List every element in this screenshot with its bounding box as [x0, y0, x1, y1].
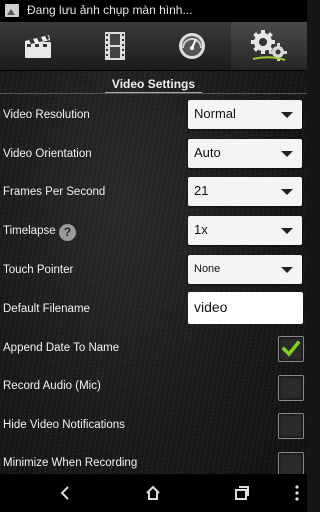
- recent-apps-icon: [235, 486, 249, 500]
- section-divider: [0, 93, 307, 94]
- default-filename-input[interactable]: video: [188, 292, 303, 324]
- append-date-label: Append Date To Name: [3, 342, 120, 354]
- touch-pointer-value: None: [194, 263, 221, 275]
- video-orientation-value: Auto: [194, 145, 221, 160]
- section-title: Video Settings: [111, 77, 196, 91]
- hide-notifications-label: Hide Video Notifications: [3, 419, 125, 431]
- default-filename-value: video: [194, 299, 228, 315]
- back-icon: [60, 486, 69, 500]
- default-filename-label: Default Filename: [3, 303, 90, 315]
- frames-per-second-label: Frames Per Second: [3, 186, 106, 198]
- timelapse-label: Timelapse: [3, 225, 56, 237]
- chevron-down-icon: [281, 112, 293, 118]
- image-icon: [5, 4, 19, 17]
- chevron-down-icon: [281, 267, 293, 273]
- hide-notifications-checkbox[interactable]: [278, 413, 304, 439]
- clapperboard-icon: [25, 35, 51, 58]
- tab-performance[interactable]: [154, 22, 230, 70]
- touch-pointer-dropdown[interactable]: None: [188, 255, 302, 284]
- chevron-down-icon: [281, 151, 293, 157]
- overflow-menu-button[interactable]: [267, 474, 320, 512]
- frames-per-second-dropdown[interactable]: 21: [188, 177, 302, 206]
- timelapse-dropdown[interactable]: 1x: [188, 216, 302, 245]
- video-orientation-label: Video Orientation: [3, 148, 92, 160]
- home-icon: [146, 485, 160, 500]
- more-icon: [295, 485, 299, 501]
- gears-icon: [251, 30, 287, 61]
- recent-apps-button[interactable]: [212, 474, 272, 512]
- frames-per-second-value: 21: [194, 183, 209, 198]
- video-resolution-value: Normal: [194, 106, 236, 121]
- minimize-recording-label: Minimize When Recording: [3, 457, 138, 469]
- notification-text: Đang lưu ảnh chụp màn hình...: [27, 3, 193, 17]
- video-orientation-dropdown[interactable]: Auto: [188, 139, 302, 168]
- home-button[interactable]: [123, 474, 183, 512]
- record-audio-checkbox[interactable]: [278, 375, 304, 401]
- tab-record[interactable]: [0, 22, 76, 70]
- timelapse-value: 1x: [194, 222, 208, 237]
- film-strip-icon: [105, 32, 125, 60]
- chevron-down-icon: [281, 228, 293, 234]
- tab-settings[interactable]: [231, 22, 307, 70]
- back-button[interactable]: [35, 474, 95, 512]
- navigation-bar: [0, 474, 307, 512]
- touch-pointer-label: Touch Pointer: [3, 264, 74, 276]
- speedometer-icon: [179, 33, 205, 59]
- video-resolution-label: Video Resolution: [3, 109, 90, 121]
- help-icon[interactable]: ?: [59, 224, 76, 241]
- video-resolution-dropdown[interactable]: Normal: [188, 100, 302, 129]
- append-date-checkbox[interactable]: [278, 336, 304, 362]
- tab-bar: [0, 22, 307, 71]
- tab-videos[interactable]: [77, 22, 153, 70]
- chevron-down-icon: [281, 189, 293, 195]
- record-audio-label: Record Audio (Mic): [3, 380, 101, 392]
- status-bar: Đang lưu ảnh chụp màn hình...: [0, 0, 307, 22]
- checkmark-icon: [281, 340, 301, 357]
